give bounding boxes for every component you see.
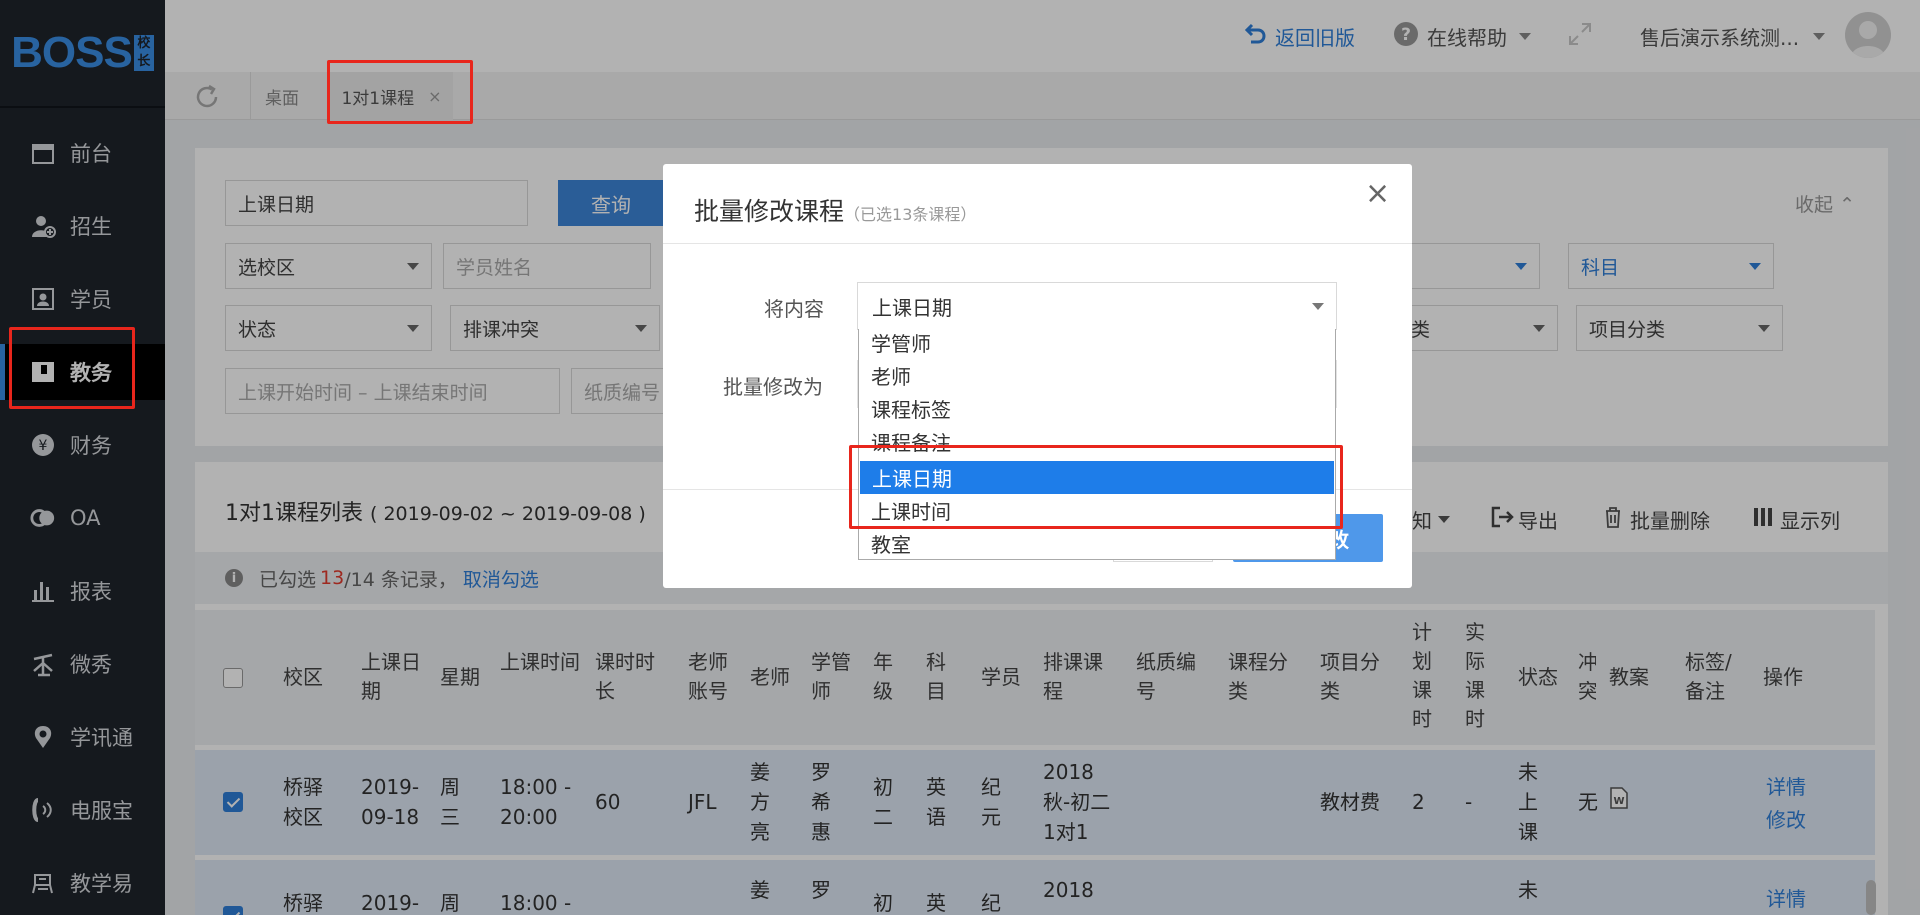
modal-title-text: 批量修改课程 [694, 197, 845, 226]
content-field-label: 将内容 [764, 297, 824, 321]
close-icon[interactable]: × [1365, 176, 1390, 211]
change-to-label: 批量修改为 [723, 375, 823, 399]
content-field-value: 上课日期 [872, 295, 952, 320]
dropdown-option[interactable]: 教室 [859, 527, 1335, 559]
highlight-sidebar-academic [9, 327, 135, 409]
chevron-down-icon [1312, 303, 1324, 310]
dropdown-option[interactable]: 老师 [859, 359, 1335, 392]
dropdown-option[interactable]: 学管师 [859, 329, 1335, 359]
dropdown-option[interactable]: 课程标签 [859, 392, 1335, 425]
content-field-select[interactable]: 上课日期 [857, 282, 1337, 330]
highlight-tab [327, 60, 473, 124]
modal-header: 批量修改课程（已选13条课程） × [663, 164, 1412, 244]
modal-subtitle: （已选13条课程） [844, 205, 977, 224]
highlight-dropdown-options [849, 445, 1343, 529]
modal-title: 批量修改课程（已选13条课程） [694, 192, 976, 228]
